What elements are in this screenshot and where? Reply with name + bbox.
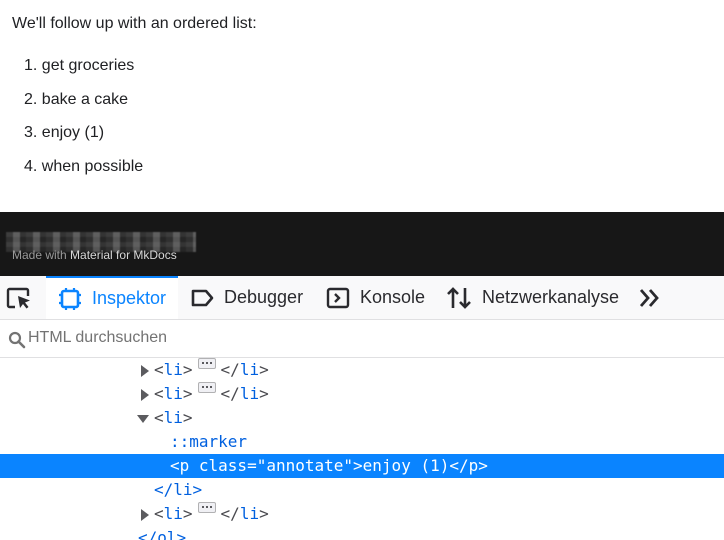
list-item: 3. enjoy (1) — [24, 124, 105, 141]
expand-arrow-icon[interactable] — [140, 365, 150, 377]
element-picker-icon — [6, 287, 30, 308]
chevron-double-right-icon — [639, 288, 659, 307]
tree-node-selected[interactable]: <p class="annotate">enjoy (1)</p> — [0, 454, 724, 478]
inspector-icon — [59, 287, 81, 310]
expand-arrow-icon[interactable] — [140, 389, 150, 401]
tab-inspector-label: Inspektor — [92, 288, 167, 308]
list-item: 4. when possible — [24, 158, 144, 175]
tree-node-li[interactable]: <li> </li> — [0, 358, 724, 382]
tree-node-closing-ol[interactable]: </ol> — [0, 526, 724, 540]
tab-network[interactable]: Netzwerkanalyse — [446, 276, 619, 319]
expand-arrow-icon[interactable] — [140, 509, 150, 521]
tree-node-li[interactable]: <li> </li> — [0, 382, 724, 406]
tab-debugger[interactable]: Debugger — [190, 276, 303, 319]
collapsed-children-button[interactable] — [197, 382, 216, 393]
tab-network-label: Netzwerkanalyse — [482, 287, 620, 307]
list-item: 1. get groceries — [24, 57, 135, 74]
html-search-bar — [0, 320, 724, 358]
list-item: 2. bake a cake — [24, 91, 129, 108]
tab-debugger-label: Debugger — [224, 287, 304, 307]
mkdocs-material-link[interactable]: Material for MkDocs — [70, 248, 177, 262]
tab-console[interactable]: Konsole — [326, 276, 425, 319]
tab-console-label: Konsole — [360, 287, 426, 307]
more-tools-button[interactable] — [638, 276, 662, 319]
made-with-text: Made with Material for MkDocs — [12, 248, 177, 262]
tree-node-closing-li[interactable]: </li> — [0, 478, 724, 502]
collapsed-children-button[interactable] — [197, 358, 216, 369]
network-icon — [447, 286, 471, 309]
tree-node-li[interactable]: <li> </li> — [0, 502, 724, 526]
devtools-toolbar: Inspektor Debugger Konsole Netzwerkanaly… — [0, 276, 724, 320]
search-icon — [8, 331, 26, 349]
markup-tree: <li> </li> <li> </li> <li> ::marker <p cla… — [0, 358, 724, 540]
page-content: We'll follow up with an ordered list: 1.… — [0, 0, 724, 212]
collapsed-children-button[interactable] — [197, 502, 216, 513]
collapse-arrow-icon[interactable] — [137, 414, 149, 424]
element-picker-button[interactable] — [6, 276, 36, 319]
site-footer: Made with Material for MkDocs — [0, 212, 724, 276]
console-icon — [326, 287, 350, 308]
tab-inspector[interactable]: Inspektor — [46, 276, 178, 319]
search-input[interactable] — [28, 326, 708, 350]
tree-node-li-expanded[interactable]: <li> — [0, 406, 724, 430]
intro-text: We'll follow up with an ordered list: — [12, 15, 257, 32]
tree-node-marker[interactable]: ::marker — [0, 430, 724, 454]
debugger-icon — [191, 289, 214, 306]
